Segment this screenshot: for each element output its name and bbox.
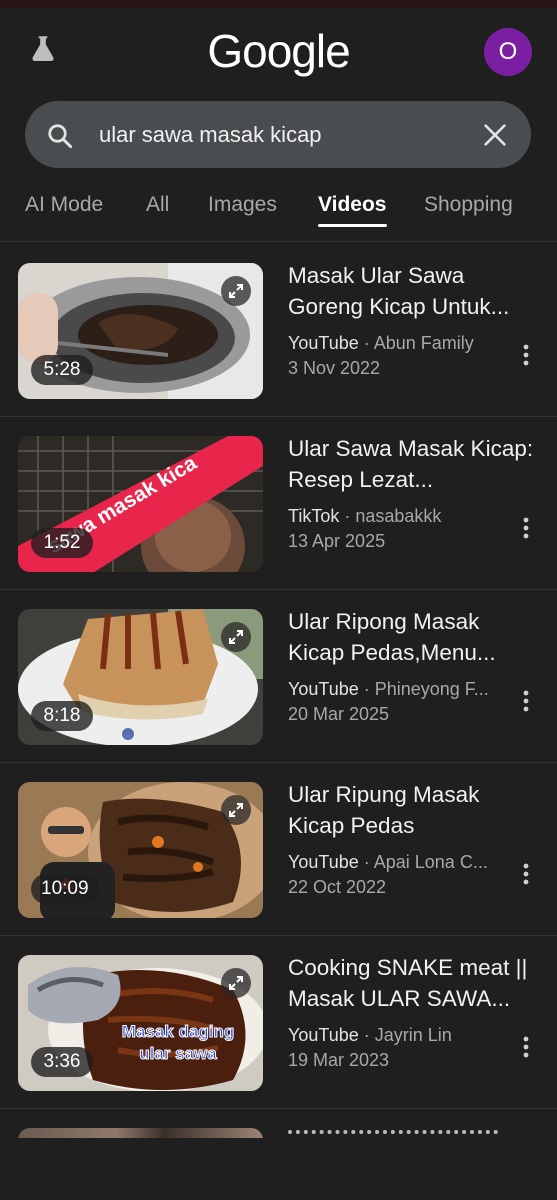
video-channel: Abun Family [373,333,474,353]
tab-images[interactable]: Images [208,193,277,217]
search-icon[interactable] [45,121,75,151]
more-options-icon[interactable] [521,515,531,541]
avatar[interactable]: O [484,28,532,76]
video-thumbnail[interactable]: Masak daging ular sawa 3:36 [18,955,263,1091]
google-logo[interactable]: Google [0,24,557,78]
video-channel: Apai Lona C... [373,852,488,872]
video-result[interactable]: 8:18 Ular Ripong Masak Kicap Pedas,Menu.… [0,590,557,763]
more-options-icon[interactable] [521,688,531,714]
close-icon[interactable] [481,121,509,149]
video-duration: 3:36 [31,1047,93,1077]
tab-ai-mode[interactable]: AI Mode [25,193,103,217]
header: Google O [0,22,557,82]
video-thumbnail[interactable]: 5:28 [18,263,263,399]
video-duration: 8:18 [31,701,93,731]
video-result[interactable]: 10:09 Ular Ripung Masak Kicap Pedas YouT… [0,763,557,936]
video-meta: YouTube · Abun Family [288,333,474,353]
video-date: 22 Oct 2022 [288,877,387,897]
tab-videos[interactable]: Videos [318,193,386,217]
status-bar [0,0,557,8]
video-date: 19 Mar 2023 [288,1050,390,1070]
expand-icon[interactable] [221,795,251,825]
tab-shopping[interactable]: Shopping [424,193,513,217]
video-meta: YouTube · Jayrin Lin [288,1025,452,1045]
partial-video-result[interactable] [0,1128,557,1138]
video-source: YouTube [288,852,359,872]
video-thumbnail[interactable]: 10:09 [18,782,263,918]
video-meta: TikTok · nasabakkk [288,506,442,526]
more-options-icon[interactable] [521,861,531,887]
video-channel: Jayrin Lin [374,1025,452,1045]
thumbnail-overlay-text: Masak daging [122,1022,234,1041]
search-bar [25,101,531,168]
video-source: YouTube [288,333,359,353]
video-thumbnail[interactable]: sawa masak kica 1:52 [18,436,263,572]
video-meta: YouTube · Apai Lona C... [288,852,488,872]
video-duration: 5:28 [31,355,93,385]
tab-all[interactable]: All [146,193,169,217]
search-tabs: AI Mode All Images Videos Shopping [0,188,557,242]
video-title[interactable]: Masak Ular Sawa Goreng Kicap Untuk... [288,260,534,322]
video-source: YouTube [288,1025,359,1045]
thumbnail-overlay-text: ular sawa [139,1044,217,1063]
video-title[interactable]: Ular Sawa Masak Kicap: Resep Lezat... [288,433,534,495]
tab-videos-underline [318,224,387,227]
video-title[interactable]: Cooking SNAKE meat || Masak ULAR SAWA... [288,952,534,1014]
video-result[interactable]: sawa masak kica 1:52 Ular Sawa Masak Kic… [0,417,557,590]
more-options-icon[interactable] [521,1034,531,1060]
video-thumbnail[interactable]: 8:18 [18,609,263,745]
video-channel: nasabakkk [355,506,442,526]
expand-icon[interactable] [221,968,251,998]
video-title [288,1130,498,1136]
video-result[interactable]: Masak daging ular sawa 3:36 Cooking SNAK… [0,936,557,1109]
expand-icon[interactable] [221,276,251,306]
video-title[interactable]: Ular Ripung Masak Kicap Pedas [288,779,534,841]
video-duration: 1:52 [31,528,93,558]
video-title[interactable]: Ular Ripong Masak Kicap Pedas,Menu... [288,606,534,668]
video-duration: 10:09 [31,874,99,904]
video-result[interactable]: 5:28 Masak Ular Sawa Goreng Kicap Untuk.… [0,244,557,417]
search-input[interactable] [99,101,459,168]
video-date: 20 Mar 2025 [288,704,390,724]
video-date: 13 Apr 2025 [288,531,386,551]
more-options-icon[interactable] [521,342,531,368]
expand-icon[interactable] [221,622,251,652]
video-channel: Phineyong F... [374,679,489,699]
video-thumbnail [18,1128,263,1138]
video-source: TikTok [288,506,340,526]
video-meta: YouTube · Phineyong F... [288,679,489,699]
video-date: 3 Nov 2022 [288,358,381,378]
video-source: YouTube [288,679,359,699]
